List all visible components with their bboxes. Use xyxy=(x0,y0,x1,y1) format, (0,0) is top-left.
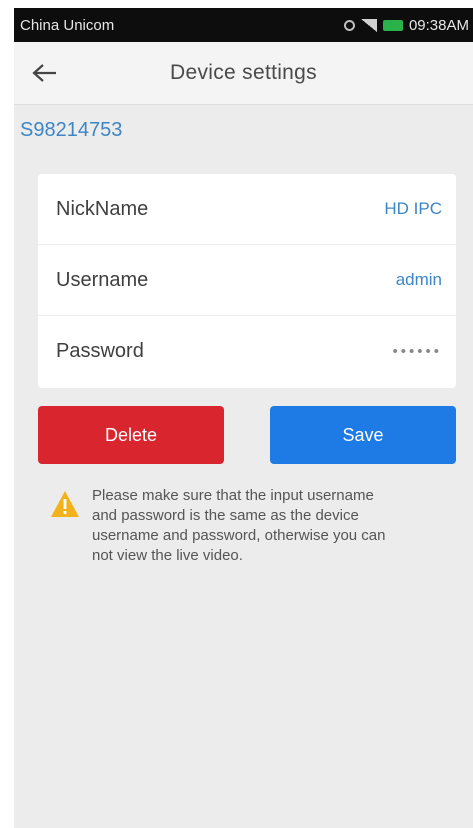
phone-screen: China Unicom 09:38AM Device settings S98… xyxy=(14,8,473,828)
device-id: S98214753 xyxy=(20,119,123,141)
password-row[interactable]: Password •••••• xyxy=(38,316,456,387)
arrow-left-icon[interactable] xyxy=(30,58,60,88)
status-icons: 09:38AM xyxy=(343,16,469,34)
status-time: 09:38AM xyxy=(408,16,469,34)
username-row[interactable]: Username admin xyxy=(38,245,456,316)
username-label: Username xyxy=(56,268,149,291)
delete-button[interactable]: Delete xyxy=(38,406,224,464)
save-button[interactable]: Save xyxy=(270,406,456,464)
password-label: Password xyxy=(56,340,144,362)
carrier-name: China Unicom xyxy=(20,16,115,34)
settings-card: NickName HD IPC Username admin Password … xyxy=(38,174,456,388)
password-value[interactable]: •••••• xyxy=(392,343,442,360)
username-value[interactable]: admin xyxy=(396,270,442,290)
warning-triangle-icon xyxy=(50,490,80,518)
nickname-value[interactable]: HD IPC xyxy=(384,199,442,219)
header-bar: Device settings xyxy=(14,42,473,105)
battery-icon xyxy=(382,19,403,31)
warning-text: Please make sure that the input username… xyxy=(92,487,386,564)
warning-notice: Please make sure that the input username… xyxy=(50,486,410,566)
nickname-label: NickName xyxy=(56,197,149,220)
signal-icon xyxy=(360,18,377,32)
page-title: Device settings xyxy=(170,61,317,84)
nickname-row[interactable]: NickName HD IPC xyxy=(38,174,456,245)
alarm-icon xyxy=(343,19,355,31)
status-bar: China Unicom 09:38AM xyxy=(14,8,473,42)
